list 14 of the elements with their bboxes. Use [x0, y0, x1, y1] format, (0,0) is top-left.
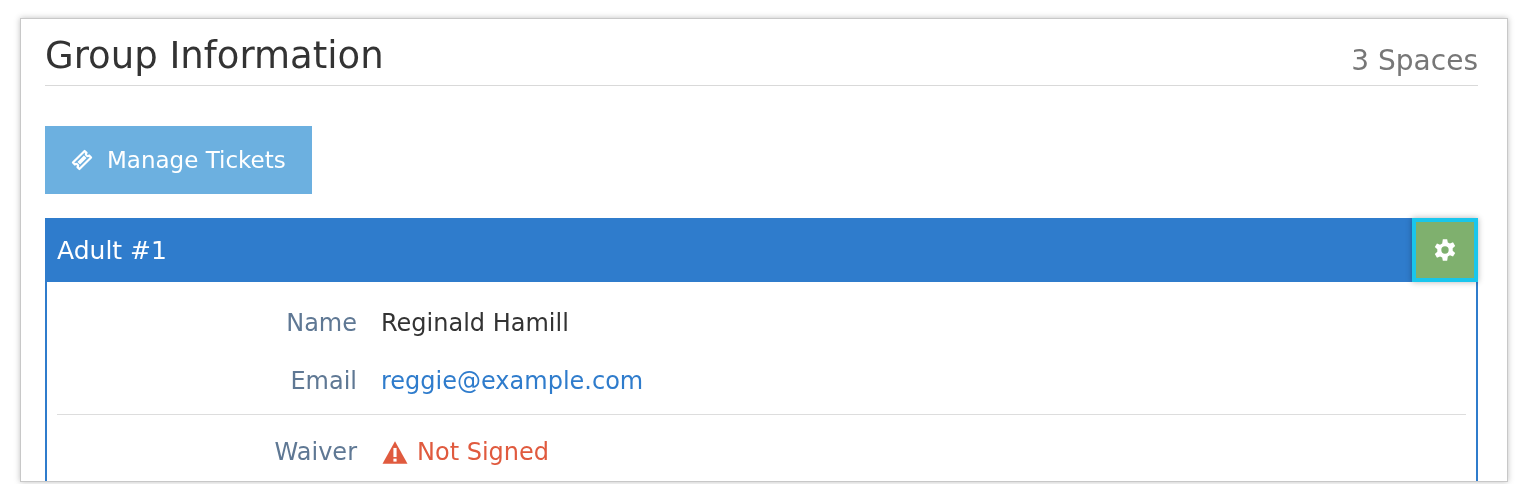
manage-tickets-button[interactable]: Manage Tickets: [45, 126, 312, 194]
page-title: Group Information: [45, 34, 384, 77]
status-text: Not Signed: [417, 438, 550, 466]
settings-button[interactable]: [1412, 218, 1478, 282]
spaces-count: 3 Spaces: [1351, 44, 1478, 77]
field-label: Name: [285, 309, 358, 337]
warning-icon: [381, 439, 409, 465]
email-link[interactable]: reggie@example.com: [381, 367, 644, 395]
field-value: Reginald Hamill: [381, 309, 569, 337]
settings-icon: [1432, 237, 1458, 263]
card-title: Adult #1: [57, 235, 167, 265]
field-label: Waiver: [273, 438, 358, 466]
ticket-icon: [71, 149, 93, 171]
field-label: Email: [289, 367, 358, 395]
